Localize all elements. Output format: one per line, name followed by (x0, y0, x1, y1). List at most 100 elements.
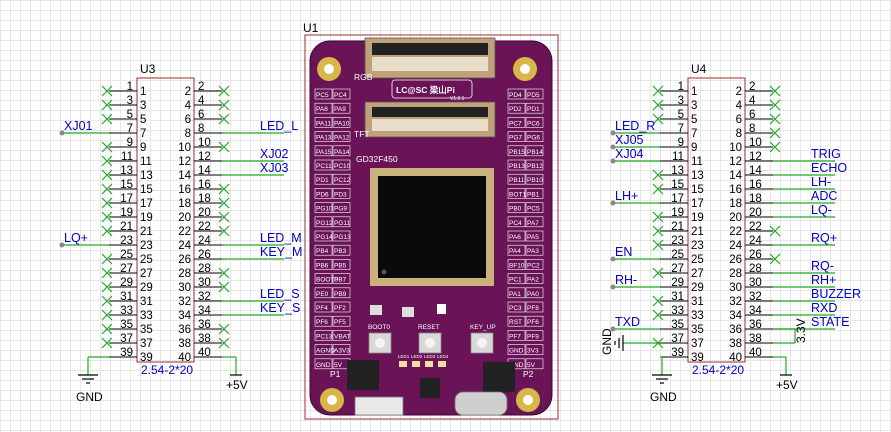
u4-header-connector[interactable]: U42.54-2*201 1 223 3 445 5 667 7 88LED_R9 9 1010XJ… (600, 62, 861, 404)
u3-pin-number: 30 (198, 277, 211, 289)
u4-pin-number: 7 (678, 123, 684, 135)
board-pin-label: PG14 (316, 234, 333, 241)
board-pin-label: PC12 (334, 177, 351, 184)
mounting-hole-tr (513, 57, 537, 81)
board-pin-label: PB9 (334, 291, 347, 298)
u3-pin-number: 31 (140, 296, 153, 308)
board-pin-label: PF6 (527, 319, 539, 326)
u4-pin-number: 31 (691, 296, 704, 308)
u4-net-label: RXD (811, 301, 837, 315)
u4-pin-number: 28 (729, 268, 742, 280)
board-pin-label: PB3 (334, 248, 347, 255)
board-pin-label: PA13 (316, 135, 332, 142)
board-pin-label: PB4 (316, 248, 329, 255)
board-pin-label: 3V3 (527, 348, 539, 355)
u3-pin-number: 3 (127, 95, 133, 107)
u3-pin-number: 17 (140, 198, 153, 210)
board-pin-label: PB0 (509, 206, 522, 213)
u3-pin-number: 3 (140, 100, 146, 112)
u4-pin-number: 18 (749, 193, 762, 205)
u3-pin-number: 25 (140, 254, 153, 266)
u3-pin-number: 20 (198, 207, 211, 219)
button-label: KEY_UP (470, 324, 496, 331)
u3-pin-number: 33 (140, 310, 153, 322)
board-pin-label: PA15 (316, 149, 332, 156)
u3-pin-number: 16 (178, 184, 191, 196)
u4-pin-number: 40 (729, 352, 742, 364)
u4-pin-number: 35 (671, 319, 684, 331)
u4-pin-number: 33 (671, 305, 684, 317)
u3-pin-number: 32 (198, 291, 211, 303)
board-pin-label: PA10 (334, 120, 350, 127)
u4-pin-number: 27 (671, 263, 684, 275)
u4-pin-number: 26 (729, 254, 742, 266)
u3-header-connector[interactable]: U32.54-2*201 1 223 3 445 5 667 7 88XJ01 LED_L9 9 10… (59, 62, 303, 404)
tft-label: TFT (354, 129, 370, 139)
board-pin-label: RST (509, 319, 522, 326)
u3-pin-number: 14 (198, 165, 211, 177)
u4-pin-number: 7 (691, 128, 697, 140)
u3-pin-number: 36 (178, 324, 191, 336)
u4-net-label: ADC (811, 189, 837, 203)
board-pin-label: PD6 (316, 191, 329, 198)
u4-net-label: LH- (811, 175, 831, 189)
board-pin-label: AGND (316, 348, 335, 355)
u3-pin-number: 13 (140, 170, 153, 182)
u4-gnd37-label: GND (600, 328, 614, 355)
u4-pin-number: 25 (691, 254, 704, 266)
u3-pin-number: 8 (198, 123, 204, 135)
u3-pin-number: 21 (120, 221, 133, 233)
u3-pin-number: 4 (185, 100, 192, 112)
board-pin-label: PG9 (334, 206, 347, 213)
u3-pin-number: 19 (140, 212, 153, 224)
board-pin-label: PA12 (334, 135, 350, 142)
p1-label: P1 (330, 369, 341, 379)
mounting-hole-bl (320, 388, 344, 412)
u3-pin-number: 4 (198, 95, 205, 107)
board-pin-label: PE0 (316, 291, 329, 298)
u4-pin-number: 30 (749, 277, 762, 289)
u4-net-label: RH- (615, 273, 637, 287)
u4-pin-number: 16 (749, 179, 762, 191)
u4-pin-number: 35 (691, 324, 704, 336)
u3-pin-number: 18 (198, 193, 211, 205)
board-pin-label: PG12 (316, 220, 333, 227)
u3-pin-number: 22 (178, 226, 191, 238)
board-pin-label: PB14 (527, 149, 543, 156)
board-pin-label: PA11 (316, 120, 331, 127)
u3-pin-number: 8 (185, 128, 191, 140)
u3-net-label: LQ+ (64, 231, 88, 245)
u4-pin-number: 34 (749, 305, 762, 317)
u4-pin-number: 26 (749, 249, 762, 261)
board-pin-label: PA3 (527, 248, 539, 255)
u3-pin-number: 35 (120, 319, 133, 331)
u1-board-module[interactable]: U1 RGB TFT LC@SC 梁山Pi V1.0.1 GD32F450 PC… (303, 21, 559, 420)
u3-pin-number: 6 (185, 114, 191, 126)
u4-pin-number: 20 (749, 207, 762, 219)
u4-net-label: XJ05 (615, 133, 644, 147)
board-pin-label: BF10 (509, 262, 525, 269)
schematic-canvas: U32.54-2*201 1 223 3 445 5 667 7 88XJ01 LED_L9 9 10… (59, 21, 861, 420)
u4-pin-number: 37 (691, 338, 704, 350)
board-pin-label: PA0 (527, 291, 539, 298)
u3-net-label: LED_S (260, 287, 300, 301)
board-pin-label: PD4 (509, 92, 522, 99)
u4-net-label: LED_R (615, 119, 655, 133)
u4-pin-number: 8 (749, 123, 755, 135)
u3-pin-number: 15 (140, 184, 153, 196)
u4-pin-number: 17 (671, 193, 684, 205)
u3-pin-number: 6 (198, 109, 204, 121)
board-pin-label: PB15 (509, 149, 525, 156)
u3-pin-number: 15 (120, 179, 133, 191)
u4-pin-number: 2 (736, 86, 742, 98)
u4-pin-number: 34 (729, 310, 742, 322)
u3-pin-number: 40 (178, 352, 191, 364)
u4-pin-number: 5 (691, 114, 697, 126)
u4-pin-number: 39 (671, 347, 684, 359)
u3-pin-number: 38 (178, 338, 191, 350)
board-pin-label: PC10 (334, 163, 351, 170)
u4-3v3-label: 3.3V (794, 318, 808, 343)
u4-pin-number: 22 (749, 221, 762, 233)
u4-pin-number: 24 (729, 240, 742, 252)
u3-pin-number: 26 (178, 254, 191, 266)
